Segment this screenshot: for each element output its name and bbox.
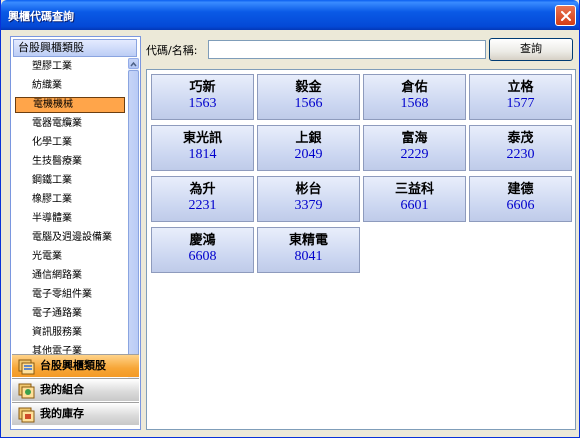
scroll-up-arrow[interactable] xyxy=(128,58,139,69)
stock-code: 1577 xyxy=(506,96,535,111)
chevron-up-icon xyxy=(130,61,137,67)
category-item[interactable]: 橡膠工業 xyxy=(32,192,126,208)
stock-name: 毅金 xyxy=(295,80,322,95)
category-item[interactable]: 半導體業 xyxy=(32,211,126,227)
stock-code: 1566 xyxy=(294,96,323,111)
search-label: 代碼/名稱: xyxy=(146,44,198,57)
category-item[interactable]: 光電業 xyxy=(32,249,126,265)
stock-tile[interactable]: 立格 1577 xyxy=(469,74,572,120)
category-item[interactable]: 鋼鐵工業 xyxy=(32,173,126,189)
category-item[interactable]: 生技醫療業 xyxy=(32,154,126,170)
stock-tile[interactable]: 倉佑 1568 xyxy=(363,74,466,120)
stock-code: 2229 xyxy=(400,147,429,162)
stock-name: 巧新 xyxy=(189,80,216,95)
stock-name: 三益科 xyxy=(394,182,434,197)
stock-tile[interactable]: 建德 6606 xyxy=(469,176,572,222)
stock-code: 1814 xyxy=(188,147,217,162)
stock-tile[interactable]: 富海 2229 xyxy=(363,125,466,171)
stock-name: 泰茂 xyxy=(507,131,534,146)
stock-tile[interactable]: 彬台 3379 xyxy=(257,176,360,222)
stock-name: 立格 xyxy=(507,80,534,95)
stock-name: 建德 xyxy=(507,182,534,197)
stock-name: 上銀 xyxy=(295,131,322,146)
stock-code: 6606 xyxy=(506,198,535,213)
nav-category-label: 台股興櫃類股 xyxy=(40,359,106,372)
nav-inventory-button[interactable]: 我的庫存 xyxy=(12,402,139,425)
stock-tile[interactable]: 東精電 8041 xyxy=(257,227,360,273)
stock-code: 2231 xyxy=(188,198,217,213)
category-item[interactable]: 電子零組件業 xyxy=(32,287,126,303)
stock-name: 倉佑 xyxy=(401,80,428,95)
close-icon xyxy=(561,11,571,21)
stock-name: 東精電 xyxy=(288,233,328,248)
search-input[interactable] xyxy=(208,40,486,59)
stock-code: 1568 xyxy=(400,96,429,111)
dialog-window: 興櫃代碼查詢 台股興櫃類股 塑膠工業紡織業電機機械電器電纜業化學工業生技醫療業鋼… xyxy=(0,0,580,438)
stock-code: 2230 xyxy=(506,147,535,162)
stock-code: 8041 xyxy=(294,249,323,264)
stock-tile[interactable]: 泰茂 2230 xyxy=(469,125,572,171)
category-item[interactable]: 化學工業 xyxy=(32,135,126,151)
nav-category-button[interactable]: 台股興櫃類股 xyxy=(12,354,139,377)
portfolio-icon xyxy=(18,383,35,399)
category-item[interactable]: 電機機械 xyxy=(15,97,125,113)
stock-code: 3379 xyxy=(294,198,323,213)
stock-name: 為升 xyxy=(189,182,216,197)
stock-name: 慶鴻 xyxy=(189,233,216,248)
inventory-icon xyxy=(18,407,35,423)
nav-portfolio-button[interactable]: 我的組合 xyxy=(12,378,139,401)
category-item[interactable]: 通信網路業 xyxy=(32,268,126,284)
stock-tile[interactable]: 東光訊 1814 xyxy=(151,125,254,171)
stock-code: 6601 xyxy=(400,198,429,213)
stock-tile[interactable]: 三益科 6601 xyxy=(363,176,466,222)
category-item[interactable]: 電腦及週邊設備業 xyxy=(32,230,126,246)
stock-name: 東光訊 xyxy=(182,131,222,146)
category-item[interactable]: 電器電纜業 xyxy=(32,116,126,132)
category-item[interactable]: 電子通路業 xyxy=(32,306,126,322)
stock-code: 6608 xyxy=(188,249,217,264)
search-button[interactable]: 查詢 xyxy=(489,38,573,61)
category-item[interactable]: 資訊服務業 xyxy=(32,325,126,341)
category-icon xyxy=(18,359,35,375)
stock-name: 彬台 xyxy=(295,182,322,197)
nav-inventory-label: 我的庫存 xyxy=(40,407,84,420)
title-bar[interactable]: 興櫃代碼查詢 xyxy=(1,0,579,30)
stock-tile[interactable]: 巧新 1563 xyxy=(151,74,254,120)
stock-grid: 巧新 1563 毅金 1566 倉佑 1568 立格 1577 東光訊 1814 上銀 2049 富海 2… xyxy=(146,69,576,430)
category-list: 塑膠工業紡織業電機機械電器電纜業化學工業生技醫療業鋼鐵工業橡膠工業半導體業電腦及… xyxy=(13,58,127,390)
category-item[interactable]: 紡織業 xyxy=(32,78,126,94)
stock-code: 2049 xyxy=(294,147,323,162)
stock-tile[interactable]: 毅金 1566 xyxy=(257,74,360,120)
close-button[interactable] xyxy=(555,5,576,26)
stock-code: 1563 xyxy=(188,96,217,111)
stock-tile[interactable]: 慶鴻 6608 xyxy=(151,227,254,273)
category-panel: 台股興櫃類股 塑膠工業紡織業電機機械電器電纜業化學工業生技醫療業鋼鐵工業橡膠工業… xyxy=(10,36,141,430)
category-item[interactable]: 塑膠工業 xyxy=(32,59,126,75)
stock-tile[interactable]: 為升 2231 xyxy=(151,176,254,222)
category-header[interactable]: 台股興櫃類股 xyxy=(13,39,137,57)
category-scrollbar[interactable] xyxy=(128,58,139,390)
scroll-thumb[interactable] xyxy=(128,70,139,358)
stock-tile[interactable]: 上銀 2049 xyxy=(257,125,360,171)
stock-name: 富海 xyxy=(401,131,428,146)
window-title: 興櫃代碼查詢 xyxy=(8,10,74,23)
nav-portfolio-label: 我的組合 xyxy=(40,383,84,396)
